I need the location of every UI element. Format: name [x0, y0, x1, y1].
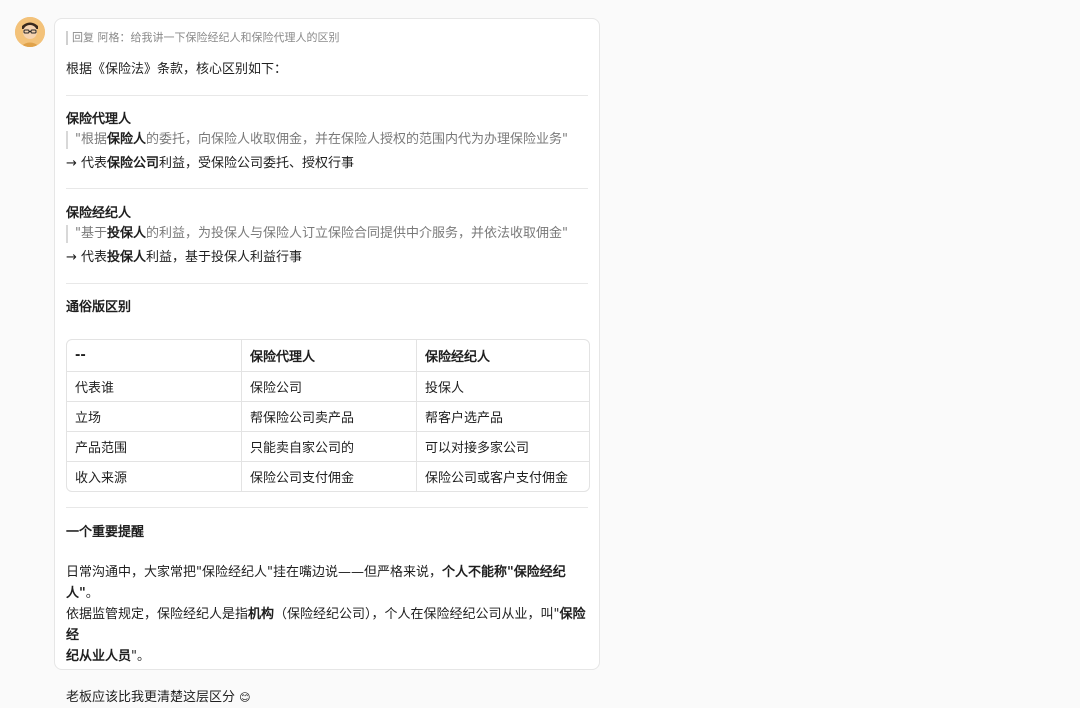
table-header-cell: -- — [67, 340, 242, 372]
table-row: 收入来源 保险公司支付佣金 保险公司或客户支付佣金 — [67, 462, 589, 491]
table-cell: 立场 — [67, 402, 242, 432]
reminder-paragraph: 日常沟通中，大家常把"保险经纪人"挂在嘴边说——但严格来说，个人不能称"保险经纪… — [66, 565, 586, 664]
agent-quote: "根据保险人的委托，向保险人收取佣金，并在保险人授权的范围内代为办理保险业务" — [66, 131, 588, 149]
broker-quote: "基于投保人的利益，为投保人与保险人订立保险合同提供中介服务，并依法收取佣金" — [66, 225, 588, 243]
divider — [66, 283, 588, 284]
broker-section: 保险经纪人 "基于投保人的利益，为投保人与保险人订立保险合同提供中介服务，并依法… — [66, 205, 588, 267]
reminder-title: 一个重要提醒 — [66, 525, 145, 540]
table-cell: 投保人 — [417, 372, 589, 402]
agent-summary: → 代表保险公司利益，受保险公司委托、授权行事 — [66, 156, 355, 171]
avatar[interactable] — [15, 17, 45, 47]
agent-section: 保险代理人 "根据保险人的委托，向保险人收取佣金，并在保险人授权的范围内代为办理… — [66, 111, 588, 173]
table-cell: 代表谁 — [67, 372, 242, 402]
table-cell: 保险公司支付佣金 — [242, 462, 417, 491]
table-row: 立场 帮保险公司卖产品 帮客户选产品 — [67, 402, 589, 432]
intro-text: 根据《保险法》条款，核心区别如下： — [66, 62, 288, 77]
divider — [66, 95, 588, 96]
table-row: 代表谁 保险公司 投保人 — [67, 372, 589, 402]
broker-summary: → 代表投保人利益，基于投保人利益行事 — [66, 250, 303, 265]
table-cell: 可以对接多家公司 — [417, 432, 589, 462]
table-header-row: -- 保险代理人 保险经纪人 — [67, 340, 589, 372]
comparison-table: -- 保险代理人 保险经纪人 代表谁 保险公司 投保人 立场 帮保险公司卖产品 … — [66, 339, 590, 492]
table-row: 产品范围 只能卖自家公司的 可以对接多家公司 — [67, 432, 589, 462]
broker-title: 保险经纪人 — [66, 206, 132, 221]
table-cell: 产品范围 — [67, 432, 242, 462]
table-header-cell: 保险经纪人 — [417, 340, 589, 372]
table-title: 通俗版区别 — [66, 300, 132, 315]
divider — [66, 507, 588, 508]
table-cell: 帮客户选产品 — [417, 402, 589, 432]
divider — [66, 188, 588, 189]
table-cell: 收入来源 — [67, 462, 242, 491]
table-cell: 保险公司或客户支付佣金 — [425, 471, 569, 486]
table-header-cell: 保险代理人 — [242, 340, 417, 372]
table-cell: 帮保险公司卖产品 — [242, 402, 417, 432]
reply-header[interactable]: 回复 阿格：给我讲一下保险经纪人和保险代理人的区别 — [66, 31, 588, 45]
closing-text: 老板应该比我更清楚这层区分 😊 — [66, 690, 251, 705]
agent-title: 保险代理人 — [66, 112, 132, 127]
avatar-face-icon — [15, 17, 45, 47]
message-card: 回复 阿格：给我讲一下保险经纪人和保险代理人的区别 根据《保险法》条款，核心区别… — [54, 18, 600, 705]
table-cell: 保险公司 — [242, 372, 417, 402]
table-cell: 只能卖自家公司的 — [242, 432, 417, 462]
smile-emoji-icon: 😊 — [239, 691, 251, 704]
